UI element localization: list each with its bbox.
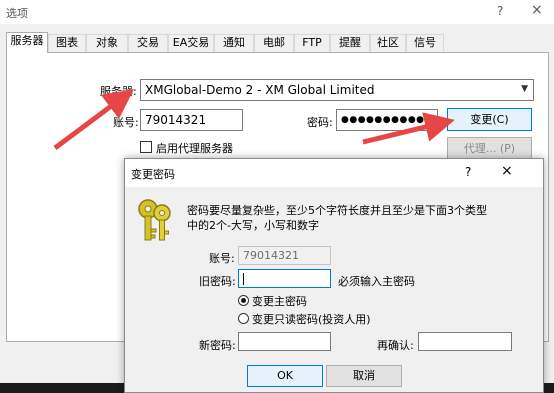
old-password-label: 旧密码:: [199, 275, 236, 288]
new-password-field[interactable]: [238, 332, 331, 351]
dialog-title: 变更密码: [131, 168, 175, 181]
change-password-button[interactable]: 变更(C): [447, 108, 532, 131]
tab-community[interactable]: 社区: [370, 34, 406, 52]
login-label: 账号:: [113, 116, 139, 129]
server-select[interactable]: XMGlobal-Demo 2 - XM Global Limited ▼: [140, 79, 534, 101]
server-select-value: XMGlobal-Demo 2 - XM Global Limited: [145, 83, 375, 97]
password-label: 密码:: [307, 116, 333, 129]
radio-change-investor[interactable]: [238, 313, 249, 324]
proxy-button[interactable]: 代理... (P): [447, 137, 532, 160]
confirm-password-label: 再确认:: [377, 339, 414, 352]
options-titlebar: 选项 ? ×: [0, 0, 554, 24]
tab-ftp[interactable]: FTP: [294, 34, 330, 52]
dialog-close-icon[interactable]: ×: [501, 163, 513, 179]
tab-expert-advisors[interactable]: EA交易: [168, 34, 214, 52]
password-rules-message: 密码要尽量复杂些，至少5个字符长度并且至少是下面3个类型中的2个-大写，小写和数…: [187, 204, 487, 232]
ok-button[interactable]: OK: [247, 365, 323, 387]
old-password-hint: 必须输入主密码: [338, 275, 415, 288]
cancel-button[interactable]: 取消: [326, 365, 402, 387]
server-label: 服务器:: [100, 85, 137, 98]
close-icon[interactable]: ×: [531, 2, 543, 18]
keys-icon: [138, 199, 171, 241]
options-title: 选项: [6, 7, 28, 20]
dialog-login-field: 79014321: [238, 246, 331, 265]
login-field[interactable]: 79014321: [140, 109, 243, 131]
confirm-password-field[interactable]: [418, 332, 512, 351]
chevron-down-icon[interactable]: ▼: [521, 84, 528, 94]
dialog-login-label: 账号:: [209, 252, 235, 265]
help-icon[interactable]: ?: [497, 4, 503, 18]
tab-objects[interactable]: 对象: [86, 34, 128, 52]
proxy-checkbox[interactable]: [140, 141, 152, 153]
radio-change-master[interactable]: [238, 295, 249, 306]
text-caret: [243, 273, 244, 285]
password-field[interactable]: ●●●●●●●●●●●●: [336, 109, 441, 131]
radio-change-master-label: 变更主密码: [252, 295, 307, 308]
tab-email[interactable]: 电邮: [254, 34, 294, 52]
proxy-checkbox-label: 启用代理服务器: [156, 142, 233, 155]
tab-server[interactable]: 服务器: [6, 32, 48, 53]
radio-change-investor-label: 变更只读密码(投资人用): [252, 313, 371, 326]
tab-notifications[interactable]: 通知: [214, 34, 254, 52]
new-password-label: 新密码:: [199, 339, 236, 352]
tab-signals[interactable]: 信号: [406, 34, 444, 52]
tab-trade[interactable]: 交易: [128, 34, 168, 52]
tab-alerts[interactable]: 提醒: [330, 34, 370, 52]
tab-charts[interactable]: 图表: [48, 34, 86, 52]
dialog-help-icon[interactable]: ?: [465, 165, 471, 179]
change-password-dialog: 变更密码 ? × 密码要尽量复杂些，至少5个字符长度并且至少是下面3个类型中的2…: [124, 158, 544, 393]
old-password-field[interactable]: [238, 269, 331, 288]
dialog-titlebar: 变更密码 ? ×: [125, 159, 543, 187]
